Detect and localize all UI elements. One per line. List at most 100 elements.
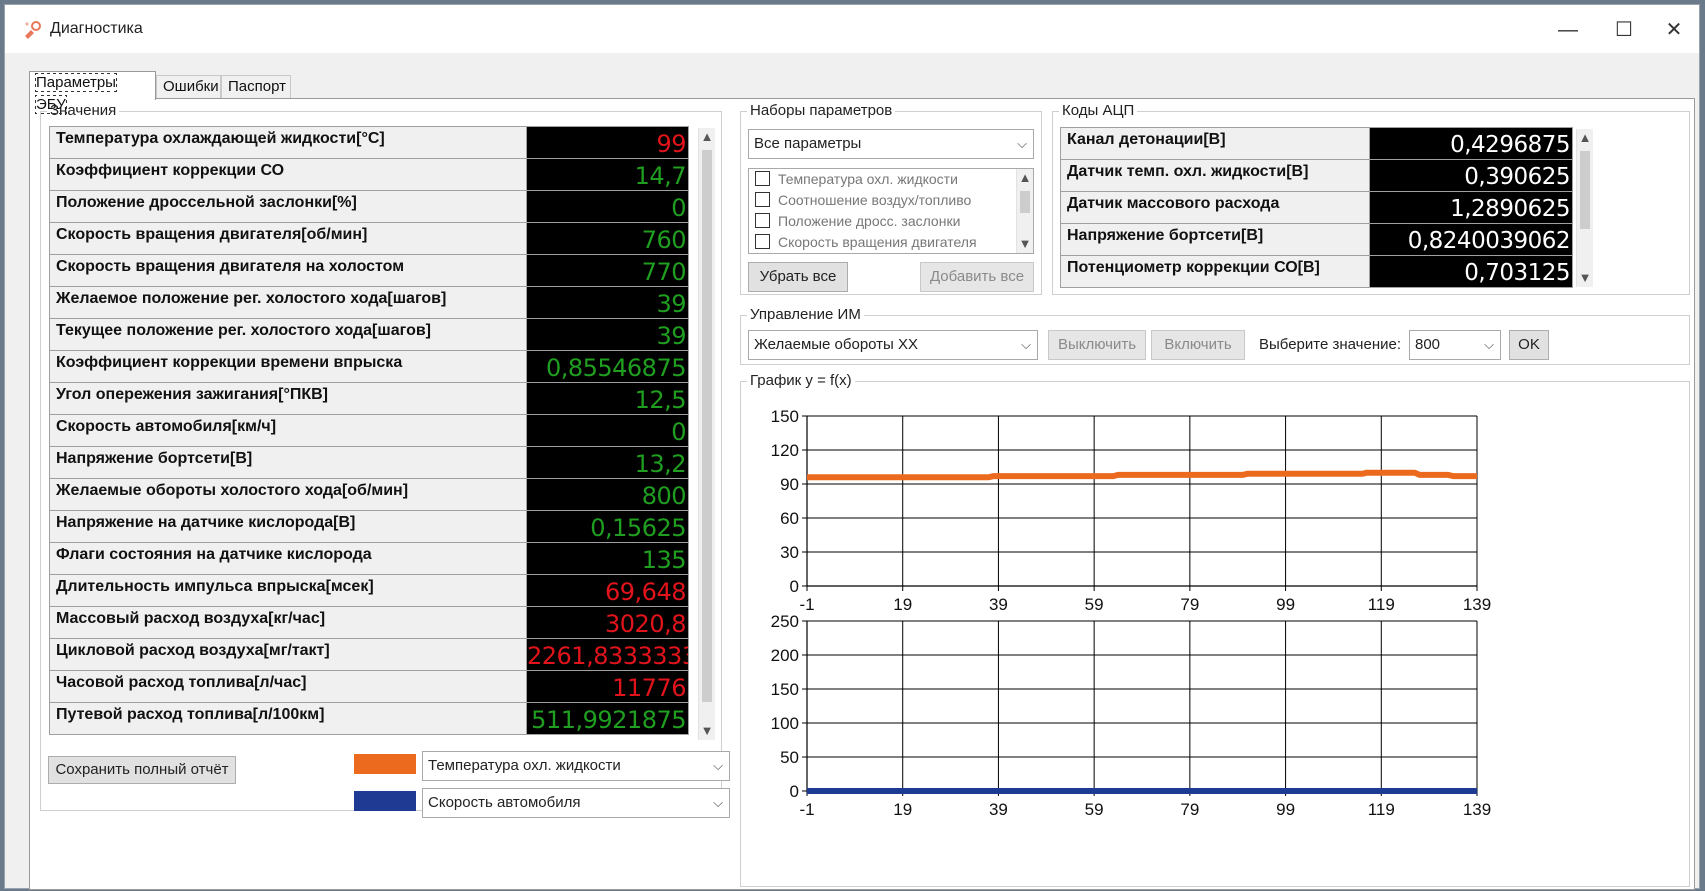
close-button[interactable]: ✕: [1649, 13, 1699, 47]
adc-row[interactable]: Напряжение бортсети[В] 0,8240039062: [1059, 223, 1573, 256]
value-row[interactable]: Скорость вращения двигателя на холостом 7…: [49, 254, 689, 287]
checkbox[interactable]: [755, 213, 770, 228]
param-set-select[interactable]: Все параметры ⌵: [748, 129, 1034, 159]
window-title: Диагностика: [50, 20, 143, 37]
chevron-down-icon: ⌵: [1021, 337, 1031, 352]
x-tick-label: -1: [799, 800, 814, 819]
param-name: Часовой расход топлива[л/час]: [49, 670, 527, 703]
checklist-scrollbar[interactable]: ▲ ▼: [1016, 169, 1033, 253]
add-all-button[interactable]: Добавить все: [920, 262, 1034, 292]
remove-all-button[interactable]: Убрать все: [748, 262, 848, 292]
title-bar[interactable]: Диагностика — ☐ ✕: [5, 5, 1699, 53]
tab-errors[interactable]: Ошибки: [156, 75, 221, 99]
param-checkbox-item[interactable]: Положение дросс. заслонки: [755, 213, 960, 229]
scroll-up-icon[interactable]: ▲: [1577, 129, 1593, 147]
param-value: 0,15625: [526, 510, 689, 543]
y-tick-label: 120: [771, 441, 799, 460]
adc-row[interactable]: Канал детонации[В] 0,4296875: [1059, 127, 1573, 160]
value-row[interactable]: Коэффициент коррекции СО 14,7: [49, 158, 689, 191]
value-row[interactable]: Положение дроссельной заслонки[%] 0: [49, 190, 689, 223]
chart-group: График y = f(x) -1 19 39 59 79 99 119 139 0 30 60 9…: [740, 372, 1690, 887]
value-row[interactable]: Флаги состояния на датчике кислорода 135: [49, 542, 689, 575]
value-row[interactable]: Угол опережения зажигания[°ПКВ] 12,5: [49, 382, 689, 415]
param-name: Напряжение на датчике кислорода[В]: [49, 510, 527, 543]
adc-scrollbar[interactable]: ▲ ▼: [1576, 129, 1593, 287]
value-row[interactable]: Желаемые обороты холостого хода[об/мин] 8…: [49, 478, 689, 511]
scroll-up-icon[interactable]: ▲: [699, 128, 715, 146]
scroll-up-icon[interactable]: ▲: [1017, 169, 1033, 187]
value-row[interactable]: Путевой расход топлива[л/100км] 511,99218…: [49, 702, 689, 735]
turn-off-button[interactable]: Выключить: [1048, 330, 1146, 360]
tab-ecu-params[interactable]: Параметры ЭБУ: [29, 71, 156, 114]
value-row[interactable]: Скорость автомобиля[км/ч] 0: [49, 414, 689, 447]
scroll-down-icon[interactable]: ▼: [1017, 235, 1033, 253]
maximize-button[interactable]: ☐: [1599, 13, 1649, 47]
ok-button[interactable]: OK: [1509, 330, 1549, 360]
scroll-thumb[interactable]: [1020, 191, 1030, 213]
param-name: Желаемые обороты холостого хода[об/мин]: [49, 478, 527, 511]
value-row[interactable]: Напряжение на датчике кислорода[В] 0,1562…: [49, 510, 689, 543]
checkbox[interactable]: [755, 171, 770, 186]
adc-name: Потенциометр коррекции СО[В]: [1059, 255, 1371, 288]
param-checklist: Температура охл. жидкости Соотношение во…: [748, 168, 1034, 254]
value-row[interactable]: Скорость вращения двигателя[об/мин] 760: [49, 222, 689, 255]
param-checkbox-item[interactable]: Скорость вращения двигателя: [755, 234, 977, 250]
adc-row[interactable]: Датчик темп. охл. жидкости[В] 0,390625: [1059, 159, 1573, 192]
values-scrollbar[interactable]: ▲ ▼: [698, 128, 715, 740]
param-name: Положение дроссельной заслонки[%]: [49, 190, 527, 223]
param-value: 770: [526, 254, 689, 287]
value-row[interactable]: Температура охлаждающей жидкости[°C] 99: [49, 126, 689, 159]
x-tick-label: 99: [1276, 800, 1295, 819]
param-checkbox-item[interactable]: Соотношение воздух/топливо: [755, 192, 971, 208]
param-sets-title: Наборы параметров: [747, 102, 896, 119]
series1-select[interactable]: Температура охл. жидкости ⌵: [422, 751, 730, 781]
charts-svg: -1 19 39 59 79 99 119 139 0 30 60 90 120 150 -1 19 39 59 7…: [771, 407, 1492, 819]
actuator-select[interactable]: Желаемые обороты ХХ ⌵: [748, 330, 1038, 360]
value-row[interactable]: Коэффициент коррекции времени впрыска 0,8…: [49, 350, 689, 383]
value-row[interactable]: Желаемое положение рег. холостого хода[ш…: [49, 286, 689, 319]
value-row[interactable]: Напряжение бортсети[В] 13,2: [49, 446, 689, 479]
param-name: Угол опережения зажигания[°ПКВ]: [49, 382, 527, 415]
checkbox[interactable]: [755, 234, 770, 249]
param-sets-group: Наборы параметров Все параметры ⌵ Темпера…: [740, 102, 1042, 295]
y-tick-label: 0: [790, 577, 799, 596]
adc-value: 0,4296875: [1369, 127, 1573, 160]
param-value: 39: [526, 286, 689, 319]
series-line: [807, 469, 1477, 481]
param-name: Скорость вращения двигателя на холостом: [49, 254, 527, 287]
adc-codes-group: Коды АЦП Канал детонации[В] 0,4296875 Датч…: [1052, 102, 1690, 295]
value-select[interactable]: 800 ⌵: [1409, 330, 1501, 360]
scroll-thumb[interactable]: [1580, 151, 1590, 229]
tab-passport[interactable]: Паспорт: [221, 75, 291, 99]
turn-on-button[interactable]: Включить: [1151, 330, 1245, 360]
param-value: 800: [526, 478, 689, 511]
y-tick-label: 90: [780, 475, 799, 494]
checkbox[interactable]: [755, 192, 770, 207]
value-row[interactable]: Массовый расход воздуха[кг/час] 3020,8: [49, 606, 689, 639]
param-value: 0: [526, 414, 689, 447]
x-tick-label: 19: [893, 595, 912, 614]
series2-select[interactable]: Скорость автомобиля ⌵: [422, 788, 730, 818]
scroll-down-icon[interactable]: ▼: [699, 722, 715, 740]
values-group: Значения Температура охлаждающей жидкост…: [40, 102, 722, 811]
param-name: Цикловой расход воздуха[мг/такт]: [49, 638, 527, 671]
adc-row[interactable]: Потенциометр коррекции СО[В] 0,703125: [1059, 255, 1573, 288]
adc-row[interactable]: Датчик массового расхода 1,2890625: [1059, 191, 1573, 224]
save-report-button[interactable]: Сохранить полный отчёт: [48, 756, 236, 784]
param-value: 99: [526, 126, 689, 159]
chevron-down-icon: ⌵: [1017, 136, 1027, 151]
series2-color-swatch: [354, 791, 416, 811]
scroll-down-icon[interactable]: ▼: [1577, 269, 1593, 287]
value-row[interactable]: Текущее положение рег. холостого хода[ша…: [49, 318, 689, 351]
adc-value: 0,390625: [1369, 159, 1573, 192]
value-row[interactable]: Цикловой расход воздуха[мг/такт] 2261,833…: [49, 638, 689, 671]
param-name: Флаги состояния на датчике кислорода: [49, 542, 527, 575]
scroll-thumb[interactable]: [702, 150, 712, 702]
param-value: 760: [526, 222, 689, 255]
value-row[interactable]: Часовой расход топлива[л/час] 11776: [49, 670, 689, 703]
param-checkbox-item[interactable]: Температура охл. жидкости: [755, 171, 958, 187]
x-tick-label: 59: [1085, 595, 1104, 614]
value-row[interactable]: Длительность импульса впрыска[мсек] 69,64…: [49, 574, 689, 607]
minimize-button[interactable]: —: [1543, 13, 1593, 47]
x-tick-label: 79: [1180, 595, 1199, 614]
